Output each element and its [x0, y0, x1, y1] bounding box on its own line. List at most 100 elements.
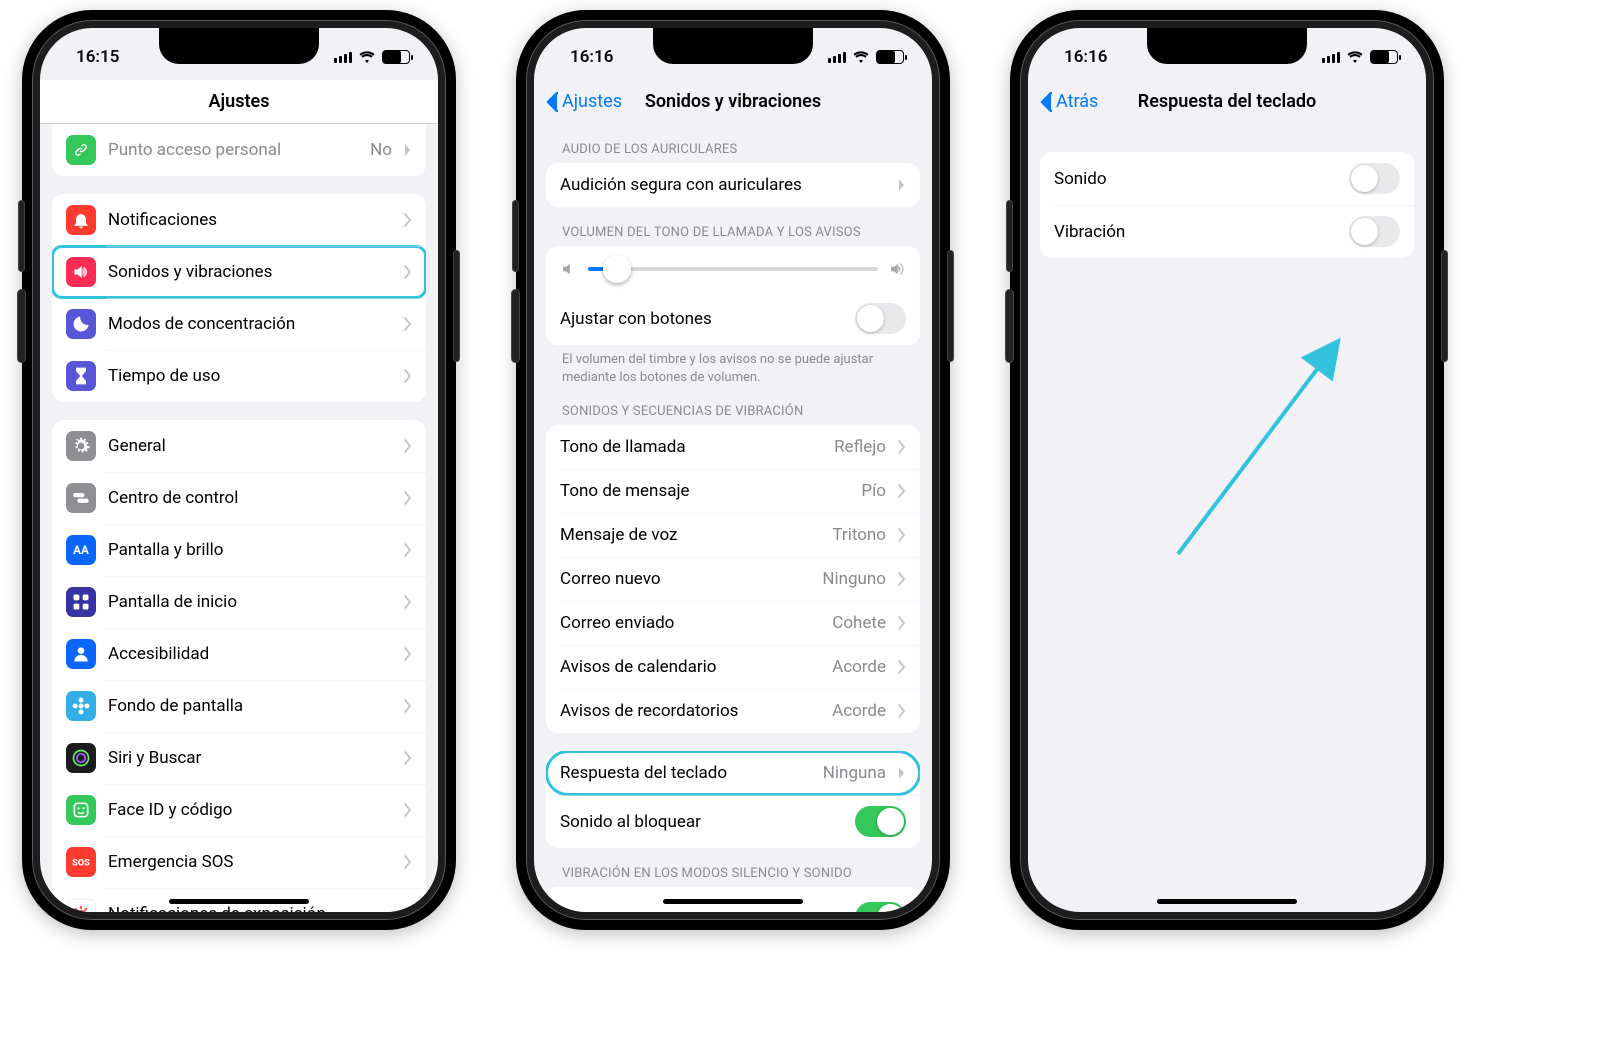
- chevron-right-icon: [404, 803, 412, 817]
- speaker-high-icon: [888, 260, 906, 278]
- settings-item[interactable]: Centro de control: [52, 472, 426, 524]
- back-button[interactable]: Atrás: [1040, 91, 1098, 112]
- back-button[interactable]: Ajustes: [546, 91, 622, 112]
- settings-item[interactable]: Modos de concentración: [52, 298, 426, 350]
- toggle-lock-sound[interactable]: [855, 806, 906, 837]
- hourglass-icon: [66, 361, 96, 391]
- settings-item[interactable]: Siri y Buscar: [52, 732, 426, 784]
- chevron-right-icon: [404, 491, 412, 505]
- switches-icon: [66, 483, 96, 513]
- faceid-icon: [66, 795, 96, 825]
- back-label: Atrás: [1056, 91, 1098, 112]
- settings-item[interactable]: SOSEmergencia SOS: [52, 836, 426, 888]
- settings-item-change-with-buttons[interactable]: Ajustar con botones: [546, 292, 920, 345]
- status-time: 16:15: [76, 47, 119, 67]
- phone-screen-2: 16:16 Ajustes Sonidos y vibraciones AUDI…: [534, 28, 932, 912]
- home-indicator[interactable]: [1157, 899, 1297, 904]
- settings-item[interactable]: Notificaciones: [52, 194, 426, 246]
- settings-item[interactable]: Correo enviadoCohete: [546, 601, 920, 645]
- annotation-arrow: [1168, 334, 1348, 564]
- settings-item[interactable]: General: [52, 420, 426, 472]
- row-value: Ninguna: [823, 763, 886, 783]
- chevron-right-icon: [404, 907, 412, 912]
- content-scroll[interactable]: Punto acceso personal No Notificaciones S…: [40, 124, 438, 912]
- row-label: Sonido: [1054, 169, 1337, 189]
- cellular-icon: [828, 51, 846, 63]
- content-scroll[interactable]: Sonido Vibración: [1028, 124, 1426, 912]
- settings-item[interactable]: Accesibilidad: [52, 628, 426, 680]
- settings-item-lock-sound[interactable]: Sonido al bloquear: [546, 795, 920, 848]
- chevron-right-icon: [404, 143, 412, 157]
- settings-item[interactable]: Mensaje de vozTritono: [546, 513, 920, 557]
- group-notifications: Notificaciones Sonidos y vibracionesModos…: [52, 194, 426, 402]
- row-label: Face ID y código: [108, 800, 392, 820]
- row-label: Mensaje de voz: [560, 525, 820, 545]
- settings-item[interactable]: AA Pantalla y brillo: [52, 524, 426, 576]
- battery-icon: [382, 50, 410, 64]
- settings-item-vibration[interactable]: Vibración: [1040, 205, 1414, 258]
- row-value: Cohete: [832, 613, 886, 633]
- home-indicator[interactable]: [169, 899, 309, 904]
- slider-knob[interactable]: [603, 255, 631, 283]
- notch: [159, 28, 319, 64]
- row-label: Tono de llamada: [560, 437, 822, 457]
- group-general: GeneralCentro de control AA Pantalla y bri…: [52, 420, 426, 912]
- settings-item[interactable]: Pantalla de inicio: [52, 576, 426, 628]
- svg-text:AA: AA: [73, 543, 89, 557]
- settings-item[interactable]: Avisos de recordatoriosAcorde: [546, 689, 920, 733]
- settings-item[interactable]: Correo nuevoNinguno: [546, 557, 920, 601]
- row-label: Notificaciones: [108, 210, 392, 230]
- chevron-right-icon: [404, 369, 412, 383]
- back-label: Ajustes: [562, 91, 622, 112]
- nav-bar: Atrás Respuesta del teclado: [1028, 80, 1426, 124]
- row-value: Acorde: [832, 657, 886, 677]
- toggle-sound[interactable]: [1349, 163, 1400, 194]
- row-label: Avisos de calendario: [560, 657, 820, 677]
- home-indicator[interactable]: [663, 899, 803, 904]
- toggle-change-with-buttons[interactable]: [855, 303, 906, 334]
- settings-item[interactable]: Tiempo de uso: [52, 350, 426, 402]
- row-label: Pantalla y brillo: [108, 540, 392, 560]
- group-title: AUDIO DE LOS AURICULARES: [546, 142, 920, 163]
- chevron-right-icon: [898, 440, 906, 454]
- speaker-low-icon: [560, 260, 578, 278]
- row-label: Tono de mensaje: [560, 481, 849, 501]
- chevron-right-icon: [898, 616, 906, 630]
- chevron-right-icon: [898, 178, 906, 192]
- row-label: Vibración: [1054, 222, 1337, 242]
- phone-frame-3: 16:16 Atrás Respuesta del teclado: [1010, 10, 1444, 930]
- slider-track[interactable]: [588, 267, 878, 271]
- phone-screen-3: 16:16 Atrás Respuesta del teclado: [1028, 28, 1426, 912]
- settings-item[interactable]: Avisos de calendario Acorde: [546, 645, 920, 689]
- page-title: Sonidos y vibraciones: [645, 91, 821, 112]
- notch: [653, 28, 813, 64]
- wifi-icon: [358, 48, 376, 66]
- page-title: Respuesta del teclado: [1138, 91, 1316, 112]
- chevron-right-icon: [404, 265, 412, 279]
- settings-item-headphone-safety[interactable]: Audición segura con auriculares: [546, 163, 920, 207]
- notch: [1147, 28, 1307, 64]
- content-scroll[interactable]: AUDIO DE LOS AURICULARES Audición segura…: [534, 124, 932, 912]
- toggle-vibration[interactable]: [1349, 216, 1400, 247]
- phone-frame-1: 16:15 Ajustes Punto acceso personal: [22, 10, 456, 930]
- settings-item[interactable]: Tono de llamadaReflejo: [546, 425, 920, 469]
- chevron-right-icon: [898, 704, 906, 718]
- settings-item[interactable]: Tono de mensajePío: [546, 469, 920, 513]
- settings-item-sound[interactable]: Sonido: [1040, 152, 1414, 205]
- row-label: Emergencia SOS: [108, 852, 392, 872]
- link-icon: [66, 135, 96, 165]
- settings-item-keyboard-feedback[interactable]: Respuesta del teclado Ninguna: [546, 751, 920, 795]
- chevron-right-icon: [404, 855, 412, 869]
- settings-item[interactable]: Face ID y código: [52, 784, 426, 836]
- row-label: Respuesta del teclado: [560, 763, 811, 783]
- nav-bar: Ajustes Sonidos y vibraciones: [534, 80, 932, 124]
- row-label: Accesibilidad: [108, 644, 392, 664]
- wifi-icon: [1346, 48, 1364, 66]
- settings-item[interactable]: Fondo de pantalla: [52, 680, 426, 732]
- settings-item[interactable]: Sonidos y vibraciones: [52, 246, 426, 298]
- status-time: 16:16: [1064, 47, 1107, 67]
- nav-bar: Ajustes: [40, 80, 438, 124]
- toggle-vibe[interactable]: [855, 902, 906, 912]
- ringer-volume-slider[interactable]: [546, 246, 920, 292]
- settings-item-hotspot[interactable]: Punto acceso personal No: [52, 124, 426, 176]
